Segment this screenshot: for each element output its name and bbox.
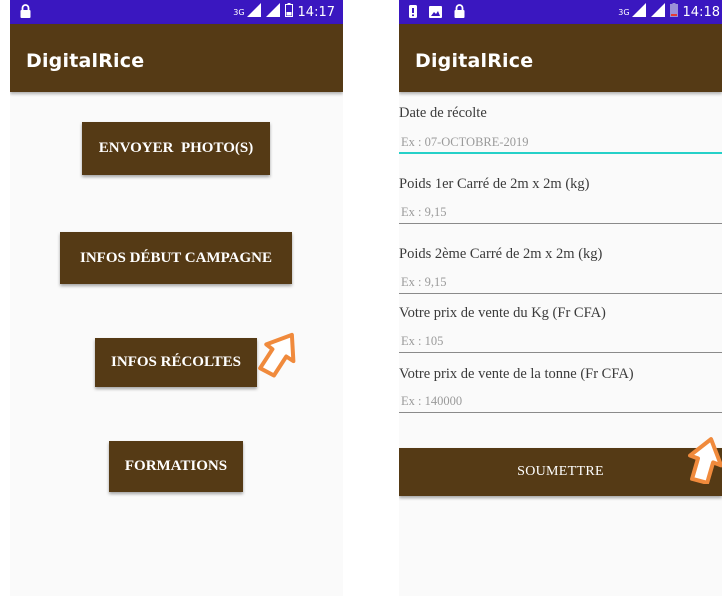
harvest-info-button-label: INFOS RÉCOLTES	[111, 354, 241, 370]
price-per-ton-input[interactable]	[399, 391, 722, 413]
submit-button-label: SOUMETTRE	[517, 464, 604, 479]
price-per-kg-input[interactable]	[399, 331, 722, 353]
image-icon	[429, 5, 442, 23]
pointer-arrow-icon	[258, 332, 296, 378]
price-per-ton-label: Votre prix de vente de la tonne (Fr CFA)	[399, 366, 634, 382]
app-bar: DigitalRice	[399, 24, 722, 92]
send-photos-button-label: ENVOYER PHOTO(S)	[98, 140, 254, 156]
first-square-weight-label: Poids 1er Carré de 2m x 2m (kg)	[399, 176, 590, 192]
submit-button[interactable]: SOUMETTRE	[399, 448, 722, 496]
clock-time: 14:17	[297, 4, 335, 20]
right-phone-screen: 3G 14:18 DigitalRice Date de récolte Poi…	[399, 0, 722, 596]
battery-low-icon	[669, 3, 678, 21]
app-title: DigitalRice	[415, 50, 534, 72]
network-type-label: 3G	[618, 7, 630, 17]
network-type-label: 3G	[233, 7, 245, 17]
status-bar: 3G 14:17	[10, 0, 343, 24]
harvest-info-button[interactable]: INFOS RÉCOLTES	[95, 338, 257, 387]
signal-full-icon	[265, 3, 280, 21]
left-phone-screen: 3G 14:17 DigitalRice ENVOYER PHOTO(S) IN…	[10, 0, 343, 596]
lock-icon	[454, 4, 465, 23]
price-per-kg-label: Votre prix de vente du Kg (Fr CFA)	[399, 305, 606, 321]
trainings-button[interactable]: FORMATIONS	[109, 441, 243, 492]
campaign-start-info-button[interactable]: INFOS DÉBUT CAMPAGNE	[60, 232, 292, 284]
clock-time: 14:18	[682, 4, 720, 20]
status-bar: 3G 14:18	[399, 0, 722, 24]
signal-icon	[246, 3, 261, 21]
second-square-weight-input[interactable]	[399, 272, 722, 294]
battery-icon	[284, 3, 293, 21]
pointer-arrow-icon	[688, 437, 722, 484]
send-photos-button[interactable]: ENVOYER PHOTO(S)	[82, 122, 270, 175]
lock-icon	[20, 4, 31, 23]
app-bar: DigitalRice	[10, 24, 343, 92]
harvest-date-input[interactable]	[399, 132, 722, 154]
campaign-start-info-button-label: INFOS DÉBUT CAMPAGNE	[80, 249, 272, 266]
second-square-weight-label: Poids 2ème Carré de 2m x 2m (kg)	[399, 246, 603, 262]
notification-icon	[409, 4, 417, 23]
harvest-date-label: Date de récolte	[399, 105, 487, 121]
signal-icon	[631, 3, 646, 21]
trainings-button-label: FORMATIONS	[124, 458, 228, 474]
app-title: DigitalRice	[26, 50, 145, 72]
signal-full-icon	[650, 3, 665, 21]
first-square-weight-input[interactable]	[399, 202, 722, 224]
